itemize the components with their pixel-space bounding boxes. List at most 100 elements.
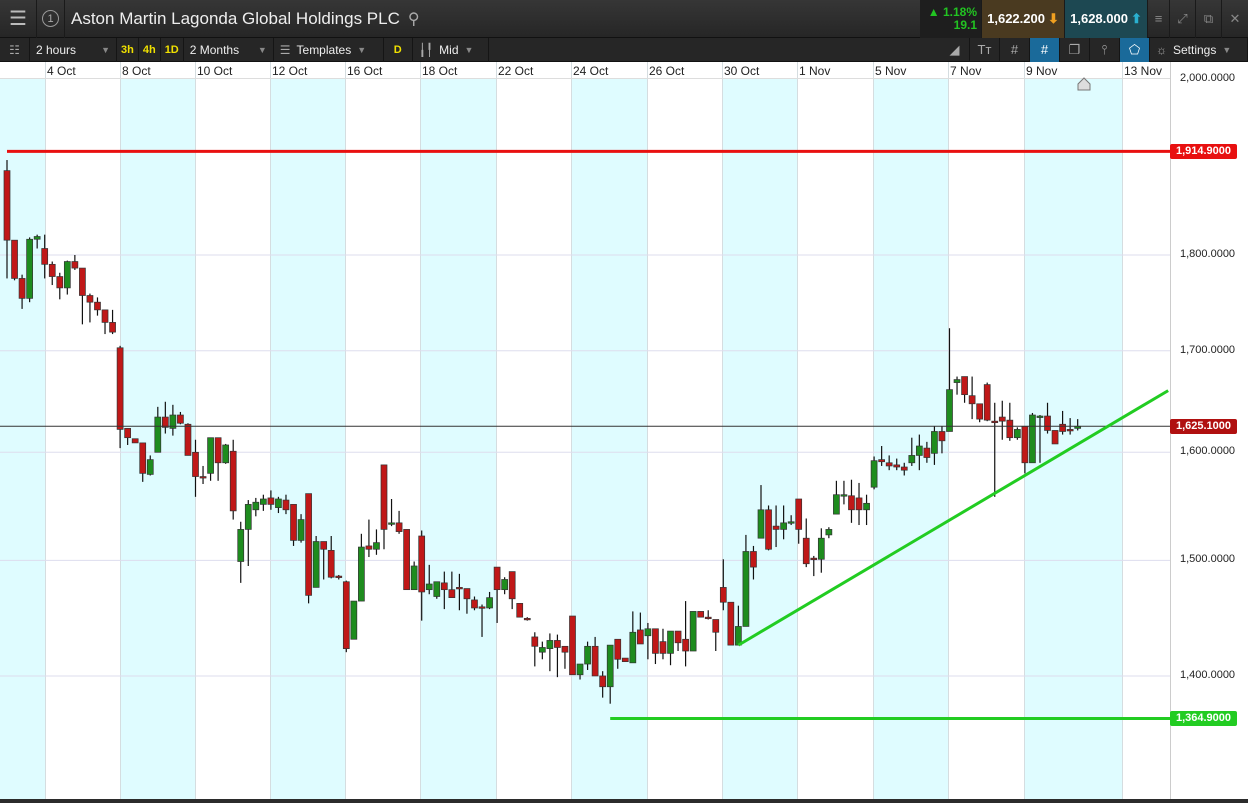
templates-select[interactable]: ☰ Templates ▼ (274, 37, 384, 62)
candle-up (953, 379, 961, 383)
arrow-up-icon: ⬆ (1130, 10, 1142, 26)
candle-down (327, 550, 335, 578)
date-tick-label: 12 Oct (272, 64, 308, 78)
quick-1d-button[interactable]: 1D (161, 37, 184, 62)
grid-icon[interactable]: # (1000, 37, 1030, 62)
candle-down (719, 587, 727, 603)
candle-up (644, 628, 652, 637)
candle-down (320, 541, 328, 550)
candle-up (425, 583, 433, 591)
candle-down (478, 606, 486, 609)
candle-down (11, 239, 18, 279)
candle-down (18, 278, 26, 299)
candle-down (968, 395, 976, 405)
candle-down (991, 420, 999, 424)
candle-up (244, 504, 252, 530)
candle-down (810, 557, 818, 561)
candle-up (915, 445, 923, 456)
candle-down (976, 403, 984, 420)
candle-down (41, 248, 49, 265)
date-tick-label: 13 Nov (1124, 64, 1163, 78)
arrow-down-icon: ⬇ (1047, 10, 1059, 26)
resistance-price-label: 1,914.9000 (1170, 144, 1237, 160)
candle-up (373, 542, 380, 550)
interval-select[interactable]: 2 hours ▼ (30, 37, 117, 62)
day-bands (0, 79, 1122, 799)
draw-tool-icon[interactable]: ◢ (940, 37, 970, 62)
snap-grid-icon[interactable]: # (1030, 37, 1060, 62)
candle-up (629, 631, 637, 664)
window-number[interactable]: 1 (37, 0, 65, 38)
candle-down (554, 640, 561, 648)
candle-down (290, 504, 297, 541)
candle-down (463, 588, 471, 600)
date-tick-label: 9 Nov (1026, 64, 1058, 78)
price-chart[interactable] (0, 0, 1248, 803)
candle-up (908, 455, 916, 464)
candle-up (863, 502, 870, 511)
candle-down (802, 537, 810, 565)
candle-up (433, 581, 441, 597)
settings-button[interactable]: ☼ Settings ▼ (1150, 37, 1248, 62)
candle-down (109, 322, 116, 333)
candle-up (1029, 414, 1036, 464)
candle-down (184, 423, 192, 456)
candle-down (508, 571, 516, 600)
candle-down (712, 619, 720, 633)
candle-down (56, 276, 64, 289)
candle-up (787, 521, 795, 524)
candle-up (358, 546, 365, 602)
day-band (270, 79, 345, 799)
candle-down (86, 295, 94, 303)
chevron-down-icon: ▼ (1222, 44, 1232, 55)
text-tool-icon[interactable]: Tᴛ (970, 37, 1000, 62)
hamburger-menu-icon[interactable]: ☰ (0, 0, 37, 38)
candle-down (139, 442, 147, 474)
price-type-select[interactable]: ╽╿ Mid ▼ (413, 37, 489, 62)
layers-icon[interactable]: ❐ (1060, 37, 1090, 62)
price-tick-label: 2,000.0000 (1180, 71, 1236, 84)
candle-down (229, 450, 237, 512)
candle-down (750, 551, 757, 568)
candle-down (456, 587, 463, 590)
quick-3h-button[interactable]: 3h (117, 37, 139, 62)
instrument-title[interactable]: Aston Martin Lagonda Global Holdings PLC (71, 9, 400, 29)
date-tick-label: 18 Oct (422, 64, 458, 78)
date-tick-label: 22 Oct (498, 64, 534, 78)
candle-down (727, 601, 735, 646)
price-change: ▲ 1.18% 19.1 (920, 0, 982, 38)
date-tick-label: 1 Nov (799, 64, 831, 78)
candle-up (260, 498, 267, 505)
date-tick-label: 5 Nov (875, 64, 907, 78)
buy-button[interactable]: 1,628.000 ⬆ (1065, 0, 1148, 38)
drag-handle-icon[interactable]: ≡ (1148, 0, 1170, 38)
gear-icon: ☼ (1156, 42, 1167, 57)
candle-down (124, 428, 131, 439)
search-icon[interactable]: ⚲ (408, 9, 420, 29)
candle-down (561, 645, 569, 653)
candle-down (885, 462, 893, 467)
change-absolute: 19.1 (953, 17, 977, 32)
candle-up (840, 494, 848, 497)
list-icon[interactable]: ☷ (0, 37, 30, 62)
quick-4h-button[interactable]: 4h (139, 37, 161, 62)
d-button[interactable]: D (384, 37, 413, 62)
close-icon[interactable]: ✕ (1222, 0, 1248, 38)
candle-up (546, 640, 554, 650)
candle-up (606, 644, 614, 688)
candle-up (237, 529, 245, 562)
date-tick-label: 24 Oct (573, 64, 609, 78)
label-tag-icon[interactable]: ⬠ (1120, 37, 1150, 62)
indicator-icon[interactable]: ⫯ (1090, 37, 1120, 62)
sell-button[interactable]: 1,622.200 ⬇ (982, 0, 1065, 38)
candle-down (395, 522, 403, 532)
price-tick-label: 1,700.0000 (1180, 343, 1236, 356)
candle-up (584, 645, 591, 665)
candle-down (116, 347, 124, 430)
popout-icon[interactable]: ⧉ (1196, 0, 1222, 38)
candle-down (305, 493, 312, 596)
maximize-icon[interactable]: ⤢ (1170, 0, 1196, 38)
instrument-header: ☰ 1 Aston Martin Lagonda Global Holdings… (0, 0, 1248, 38)
change-percent: ▲ 1.18% (927, 4, 977, 19)
range-select[interactable]: 2 Months ▼ (184, 37, 274, 62)
